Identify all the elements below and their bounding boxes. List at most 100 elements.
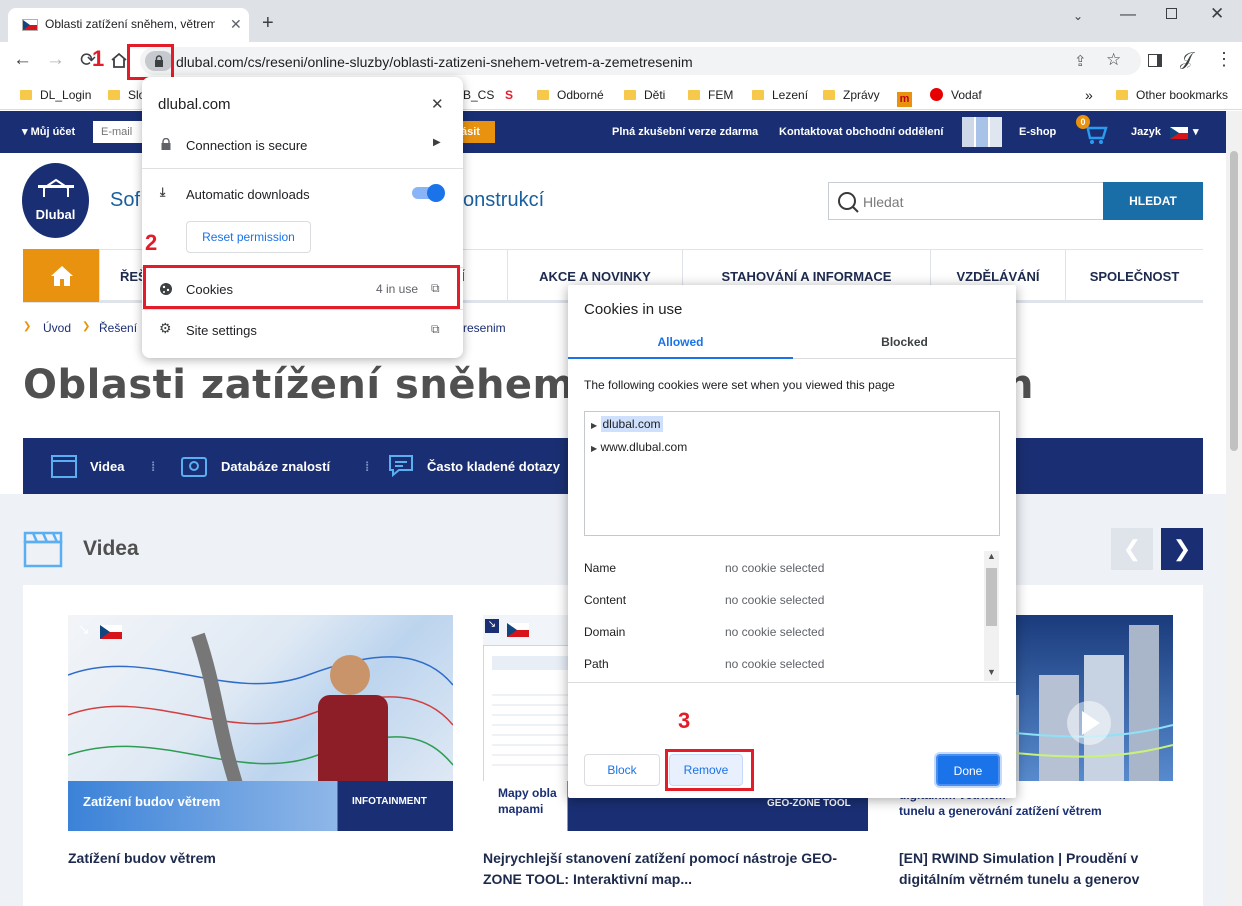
videos-section-title: Videa: [83, 537, 139, 560]
tagline-right: onstrukcí: [463, 189, 545, 211]
annotation-box-lock: [127, 44, 174, 80]
bookmark-s-logo[interactable]: S: [505, 85, 513, 105]
tree-item-www-dlubal[interactable]: ▶ www.dlubal.com: [591, 440, 687, 454]
band-faq[interactable]: Často kladené dotazy: [427, 459, 560, 474]
knowledge-icon: [181, 457, 207, 477]
contact-link[interactable]: Kontaktovat obchodní oddělení: [779, 126, 943, 138]
my-account-link[interactable]: ▾ Můj účet: [22, 125, 75, 138]
video-badge-icon: ↘: [485, 619, 535, 641]
home-nav-button[interactable]: [23, 249, 99, 302]
email-input[interactable]: [93, 121, 145, 143]
annotation-box-cookies: [143, 265, 460, 309]
site-info-popup: dlubal.com ✕ Connection is secure ▶ ⤓ Au…: [142, 77, 463, 358]
reset-permission-button[interactable]: Reset permission: [186, 221, 311, 253]
url-text: dlubal.com/cs/reseni/online-sluzby/oblas…: [176, 54, 693, 70]
band-videa[interactable]: Videa: [90, 459, 124, 474]
video-badge-icon: ↘: [78, 621, 128, 641]
connection-row[interactable]: Connection is secure ▶: [142, 127, 463, 169]
language-label[interactable]: Jazyk: [1131, 126, 1161, 138]
site-search-button[interactable]: HLEDAT: [1103, 182, 1203, 220]
thumbnail-tag: GEO-ZONE TOOL: [767, 798, 851, 809]
minimize-icon[interactable]: —: [1120, 6, 1136, 24]
share-icon[interactable]: ⇪: [1074, 52, 1087, 70]
tab-search-icon[interactable]: ⌄: [1073, 9, 1083, 23]
video-title-1[interactable]: Zatížení budov větrem: [68, 848, 438, 869]
details-scrollbar[interactable]: ▲ ▼: [984, 551, 999, 681]
page-scrollbar[interactable]: [1226, 111, 1242, 906]
breadcrumb-uvod[interactable]: Úvod: [43, 321, 71, 335]
auto-downloads-toggle[interactable]: [412, 184, 445, 202]
browser-tab[interactable]: Oblasti zatížení sněhem, větrem a ✕: [8, 8, 249, 42]
site-settings-row[interactable]: ⚙ Site settings ⧉: [142, 309, 463, 351]
forward-icon[interactable]: →: [46, 49, 65, 71]
thumbnail-tag: INFOTAINMENT: [352, 796, 427, 807]
cookie-details-panel: Name no cookie selected Content no cookie …: [568, 551, 1016, 683]
nav-spolecnost[interactable]: SPOLEČNOST: [1065, 250, 1203, 301]
annotation-step-1: 1: [92, 46, 105, 71]
tab-close-icon[interactable]: ✕: [230, 16, 242, 33]
eshop-link[interactable]: E-shop: [1019, 126, 1056, 138]
annotation-step-3: 3: [678, 708, 691, 733]
cookies-dialog: Cookies in use Allowed Blocked The follo…: [568, 285, 1016, 798]
auto-downloads-row: ⤓ Automatic downloads: [142, 177, 463, 207]
bookmarks-overflow[interactable]: »: [1085, 85, 1093, 105]
video-thumbnail-1[interactable]: ↘ Zatížení budov větrem INFOTAINMENT: [68, 615, 453, 831]
tab-allowed[interactable]: Allowed: [568, 327, 793, 359]
cookies-dialog-title: Cookies in use: [584, 301, 683, 318]
tree-item-dlubal[interactable]: ▶ dlubal.com: [591, 416, 663, 432]
breadcrumb-reseni[interactable]: Řešení: [99, 321, 137, 335]
bookmark-deti[interactable]: Děti: [624, 85, 665, 105]
bookmark-vodaf[interactable]: Vodaf: [930, 85, 982, 105]
carousel-next-button[interactable]: ❯: [1161, 528, 1203, 570]
annotation-step-2: 2: [145, 230, 158, 255]
bookmark-zpravy[interactable]: Zprávy: [823, 85, 880, 105]
band-divider: ⁞: [151, 459, 156, 474]
settings-gear-icon: ⚙: [159, 320, 172, 336]
menu-icon[interactable]: ⋮: [1215, 49, 1233, 70]
eshop-boxes-icon: [962, 117, 1002, 147]
cookie-tree[interactable]: ▶ dlubal.com ▶ www.dlubal.com: [584, 411, 1000, 536]
carousel-prev-button[interactable]: ❮: [1111, 528, 1153, 570]
bookmark-star-icon[interactable]: ☆: [1106, 50, 1121, 70]
trial-link[interactable]: Plná zkušební verze zdarma: [612, 126, 758, 138]
band-knowledge-base[interactable]: Databáze znalostí: [221, 459, 330, 474]
close-window-icon[interactable]: ✕: [1210, 4, 1224, 24]
bookmark-fem[interactable]: FEM: [688, 85, 733, 105]
bookmark-dl-login[interactable]: DL_Login: [20, 85, 91, 105]
language-chevron-icon[interactable]: ▾: [1193, 125, 1199, 138]
tab-title: Oblasti zatížení sněhem, větrem a: [45, 17, 215, 31]
maximize-icon[interactable]: [1166, 8, 1177, 19]
bookmark-odborne[interactable]: Odborné: [537, 85, 604, 105]
lock-icon: [161, 138, 171, 150]
popup-close-icon[interactable]: ✕: [431, 95, 444, 113]
bookmark-lezeni[interactable]: Lezení: [752, 85, 808, 105]
bookmark-slo[interactable]: Slo: [108, 85, 145, 105]
tab-blocked[interactable]: Blocked: [793, 327, 1016, 359]
site-search-box[interactable]: Hledat: [828, 182, 1104, 220]
annotation-box-remove: [665, 749, 754, 791]
breadcrumb-arrow-icon: ❯: [82, 321, 91, 332]
page-scrollbar-thumb[interactable]: [1230, 151, 1238, 451]
address-bar[interactable]: dlubal.com/cs/reseni/online-sluzby/oblas…: [140, 47, 1141, 75]
extension-icon[interactable]: 𝒥: [1180, 49, 1192, 70]
cookies-description: The following cookies were set when you …: [584, 378, 895, 392]
block-button[interactable]: Block: [584, 754, 660, 786]
bookmark-b-cs[interactable]: B_CS: [463, 85, 494, 105]
bookmark-m-icon[interactable]: m: [897, 85, 912, 107]
nav-item-2[interactable]: Í: [461, 250, 507, 301]
dlubal-logo[interactable]: Dlubal: [22, 163, 89, 238]
nav-reseni[interactable]: ŘEŠ: [99, 250, 147, 301]
bookmark-other[interactable]: Other bookmarks: [1116, 85, 1228, 105]
side-panel-icon[interactable]: [1148, 54, 1162, 67]
home-nav-icon: [51, 266, 73, 286]
popup-domain: dlubal.com: [158, 96, 231, 113]
tagline-left: Sof: [110, 189, 141, 211]
home-icon[interactable]: [110, 52, 128, 69]
cart-count-badge: 0: [1076, 115, 1090, 129]
video-title-2[interactable]: Nejrychlejší stanovení zatížení pomocí n…: [483, 848, 863, 890]
new-tab-icon[interactable]: +: [262, 12, 274, 35]
back-icon[interactable]: ←: [13, 49, 32, 71]
breadcrumb-current: resenim: [463, 321, 506, 335]
done-button[interactable]: Done: [936, 754, 1000, 786]
video-title-3[interactable]: [EN] RWIND Simulation | Proudění v digit…: [899, 848, 1174, 890]
